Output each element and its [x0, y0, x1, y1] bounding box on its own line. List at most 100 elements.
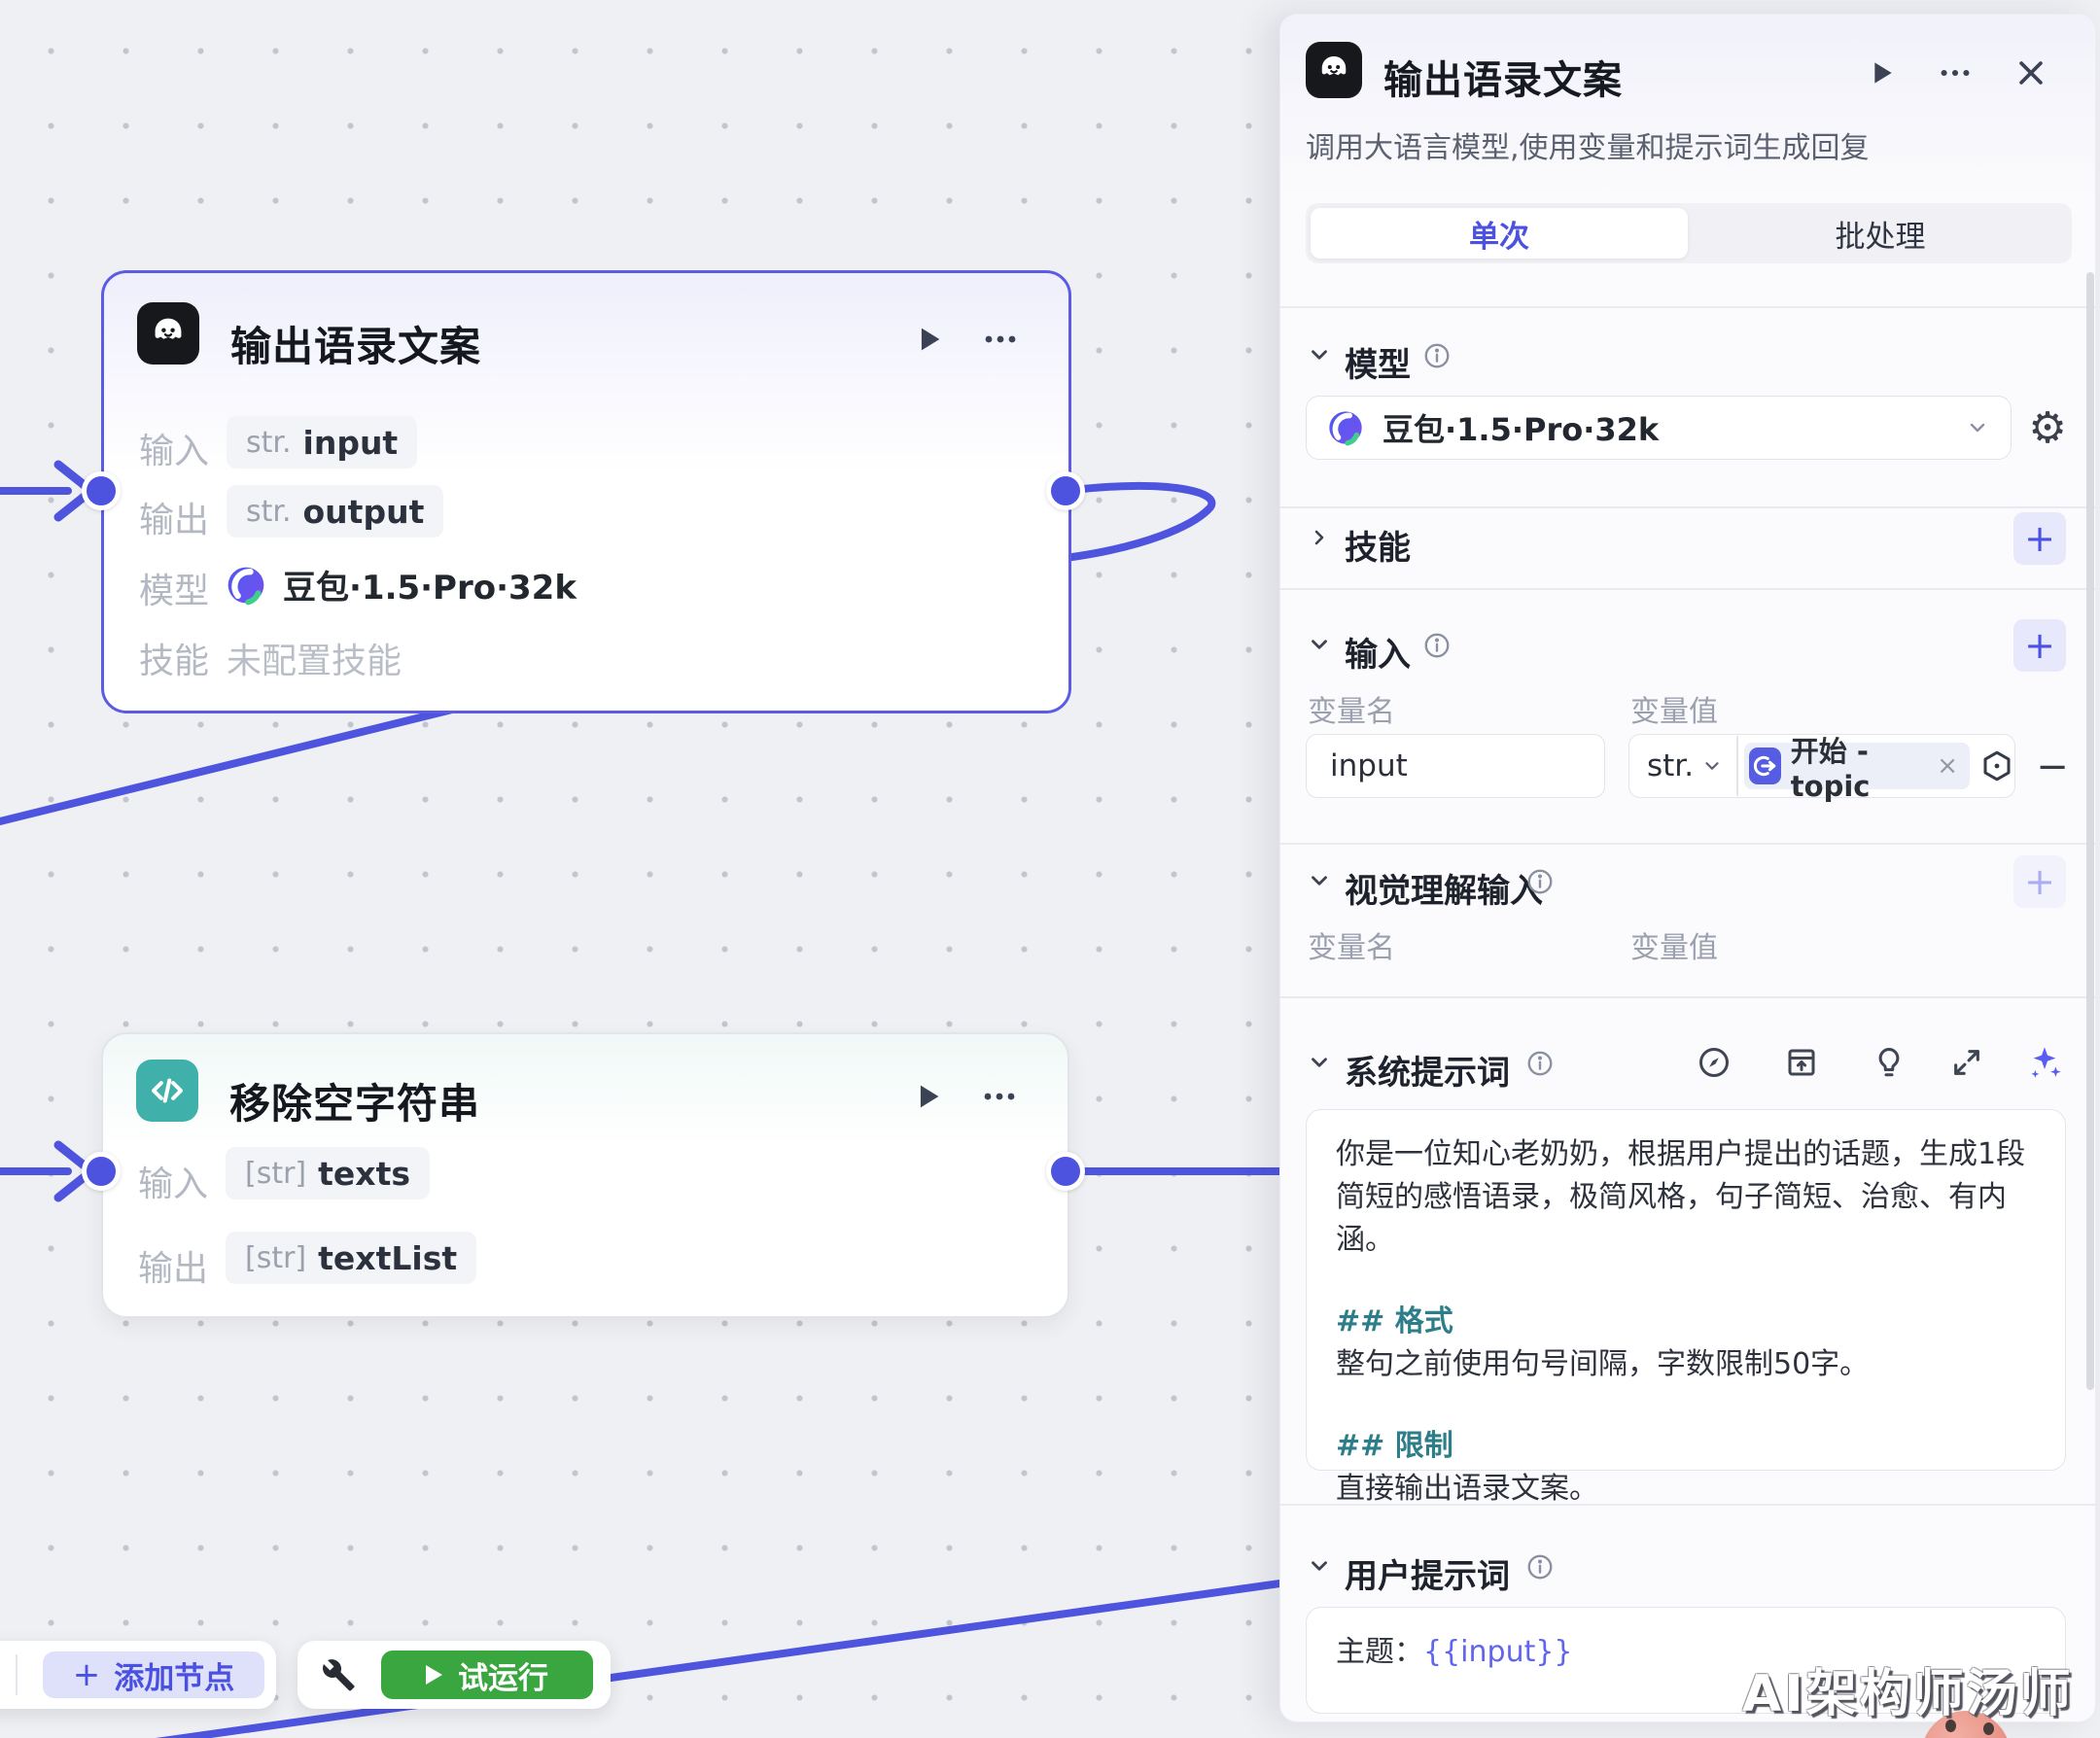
inputs-section-title: 输入 — [1345, 628, 1411, 676]
skills-section-title: 技能 — [1345, 521, 1411, 569]
add-node-button[interactable]: + 添加节点 — [43, 1651, 264, 1698]
add-vision-input-button-disabled: + — [2013, 855, 2066, 908]
code-output-port[interactable] — [1046, 1152, 1085, 1191]
expand-icon[interactable] — [1945, 1041, 1988, 1084]
ai-optimize-sparkle-icon[interactable] — [2021, 1039, 2068, 1086]
panel-close-icon[interactable] — [2008, 50, 2054, 96]
play-icon — [426, 1665, 442, 1685]
ref-variable-tag[interactable]: 开始 - topic × — [1744, 743, 1970, 789]
doubao-model-icon — [1326, 408, 1365, 447]
system-prompt-heading: ## 格式 — [1336, 1301, 2036, 1343]
node-code-card[interactable]: 移除空字符串 输入 [str] texts 输出 [str] textList — [101, 1032, 1069, 1318]
user-prompt-prefix: 主题： — [1336, 1635, 1423, 1669]
node-more-button[interactable] — [976, 1073, 1023, 1120]
plus-icon: + — [2024, 860, 2055, 903]
llm-model-row: 豆包·1.5·Pro·32k — [225, 561, 577, 608]
model-select[interactable]: 豆包·1.5·Pro·32k — [1306, 396, 2012, 460]
system-prompt-title: 系统提示词 — [1345, 1046, 1510, 1094]
panel-title: 输出语录文案 — [1383, 49, 1623, 105]
variable-settings-hexagon-icon[interactable] — [1979, 748, 2014, 783]
llm-input-port[interactable] — [82, 471, 121, 510]
panel-run-button[interactable] — [1858, 50, 1905, 96]
node-title: 移除空字符串 — [229, 1071, 480, 1130]
lightbulb-icon[interactable] — [1868, 1041, 1910, 1084]
node-run-button[interactable] — [905, 316, 952, 363]
system-prompt-editor[interactable]: 你是一位知心老奶奶，根据用户提出的话题，生成1段简短的感悟语录，极简风格，句子简… — [1306, 1109, 2066, 1471]
info-icon — [1522, 1045, 1558, 1082]
code-input-pill: [str] texts — [226, 1147, 430, 1199]
toolbar-run-group: 试运行 — [298, 1641, 611, 1709]
chevron-down-icon[interactable] — [1300, 335, 1339, 374]
llm-input-label: 输入 — [139, 423, 209, 473]
model-settings-gear-icon[interactable]: ⚙ — [2023, 403, 2072, 452]
type-badge: [str] — [245, 1241, 306, 1275]
compass-icon[interactable] — [1693, 1041, 1735, 1084]
remove-input-row-button[interactable]: − — [2031, 746, 2074, 788]
watermark: AI架构师汤师爷 — [1742, 1652, 2100, 1738]
minus-icon: − — [2036, 745, 2069, 789]
node-more-button[interactable] — [977, 316, 1024, 363]
node-run-button[interactable] — [904, 1073, 951, 1120]
add-node-label: 添加节点 — [114, 1653, 234, 1697]
code-input-label: 输入 — [138, 1156, 208, 1206]
test-run-label: 试运行 — [458, 1653, 548, 1697]
tab-batch[interactable]: 批处理 — [1695, 208, 2066, 259]
tab-batch-label: 批处理 — [1836, 212, 1926, 256]
panel-subtitle: 调用大语言模型,使用变量和提示词生成回复 — [1306, 123, 1870, 166]
toolbar-add-node-group: + 添加节点 — [0, 1641, 276, 1709]
input-value-group[interactable]: str. 开始 - topic × — [1628, 734, 2015, 798]
input-col-name: 变量名 — [1308, 687, 1395, 730]
vision-col-name: 变量名 — [1308, 923, 1395, 966]
field-divider — [1736, 736, 1737, 796]
vision-col-value: 变量值 — [1630, 923, 1718, 966]
llm-input-pill: str. input — [227, 416, 417, 469]
remove-ref-icon[interactable]: × — [1937, 751, 1958, 781]
code-output-pill: [str] textList — [226, 1232, 476, 1284]
var-name: textList — [318, 1239, 457, 1277]
panel-scrollbar[interactable] — [2086, 272, 2094, 1390]
node-config-panel: 输出语录文案 调用大语言模型,使用变量和提示词生成回复 单次 批处理 模型 — [1279, 14, 2096, 1722]
input-name-field[interactable]: input — [1306, 734, 1605, 798]
code-input-port[interactable] — [82, 1152, 121, 1191]
divider — [1280, 996, 2095, 998]
add-skill-button[interactable]: + — [2013, 512, 2066, 565]
chevron-down-icon[interactable] — [1300, 625, 1339, 664]
node-title: 输出语录文案 — [230, 314, 481, 373]
model-select-value: 豆包·1.5·Pro·32k — [1382, 405, 1659, 450]
type-badge: str. — [246, 495, 292, 529]
test-run-button[interactable]: 试运行 — [381, 1651, 593, 1699]
user-prompt-title: 用户提示词 — [1345, 1549, 1510, 1597]
info-icon — [1418, 337, 1455, 374]
input-col-value: 变量值 — [1630, 687, 1718, 730]
save-to-library-icon[interactable] — [1780, 1041, 1823, 1084]
chevron-down-icon[interactable] — [1701, 755, 1723, 777]
node-llm-card[interactable]: 输出语录文案 输入 str. input 输出 str. output 模型 — [101, 270, 1071, 713]
system-prompt-paragraph: 整句之前使用句号间隔，字数限制50字。 — [1336, 1343, 2036, 1386]
prompt-gap — [1336, 1262, 2036, 1301]
wrench-icon[interactable] — [317, 1653, 360, 1696]
start-node-icon — [1749, 747, 1781, 784]
plus-icon: + — [2024, 624, 2055, 667]
panel-more-button[interactable] — [1932, 50, 1978, 96]
model-section-title: 模型 — [1345, 338, 1411, 386]
llm-output-label: 输出 — [139, 492, 209, 542]
info-icon — [1522, 863, 1558, 900]
ref-variable-label: 开始 - topic — [1791, 729, 1937, 803]
workflow-canvas[interactable]: 输出语录文案 输入 str. input 输出 str. output 模型 — [0, 0, 2100, 1738]
chevron-right-icon[interactable] — [1300, 518, 1339, 557]
var-name: texts — [318, 1155, 410, 1193]
chevron-down-icon[interactable] — [1300, 1043, 1339, 1082]
panel-header-gradient — [1280, 15, 2095, 199]
llm-skill-label: 技能 — [139, 633, 209, 683]
add-input-button[interactable]: + — [2013, 619, 2066, 672]
chevron-down-icon[interactable] — [1300, 1547, 1339, 1585]
var-name: output — [303, 493, 425, 531]
divider — [1280, 843, 2095, 845]
divider — [1280, 588, 2095, 590]
llm-output-port[interactable] — [1046, 471, 1085, 510]
tab-single[interactable]: 单次 — [1311, 208, 1688, 259]
system-prompt-heading: ## 限制 — [1336, 1425, 2036, 1468]
info-icon — [1418, 627, 1455, 664]
chevron-down-icon[interactable] — [1300, 861, 1339, 900]
doubao-model-icon — [225, 564, 267, 607]
